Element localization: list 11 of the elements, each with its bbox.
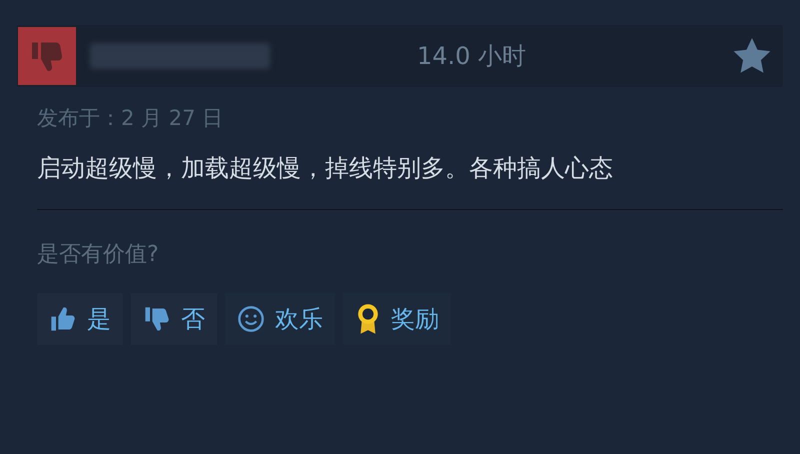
award-ribbon-icon	[355, 302, 381, 334]
rating-button[interactable]: 是	[37, 292, 123, 344]
smiley-icon	[237, 304, 265, 332]
thumb-up-icon	[49, 304, 77, 332]
review-text: 启动超级慢，加载超级慢，掉线特别多。各种搞人心态	[37, 152, 614, 184]
rating-button[interactable]: 否	[131, 292, 217, 344]
post-date: 发布于：2 月 27 日	[37, 105, 224, 132]
thumb-down-icon	[143, 304, 171, 332]
hours-played: 14.0 小时	[416, 41, 526, 72]
star-icon[interactable]	[733, 38, 771, 74]
helpful-prompt: 是否有价值?	[37, 240, 160, 268]
